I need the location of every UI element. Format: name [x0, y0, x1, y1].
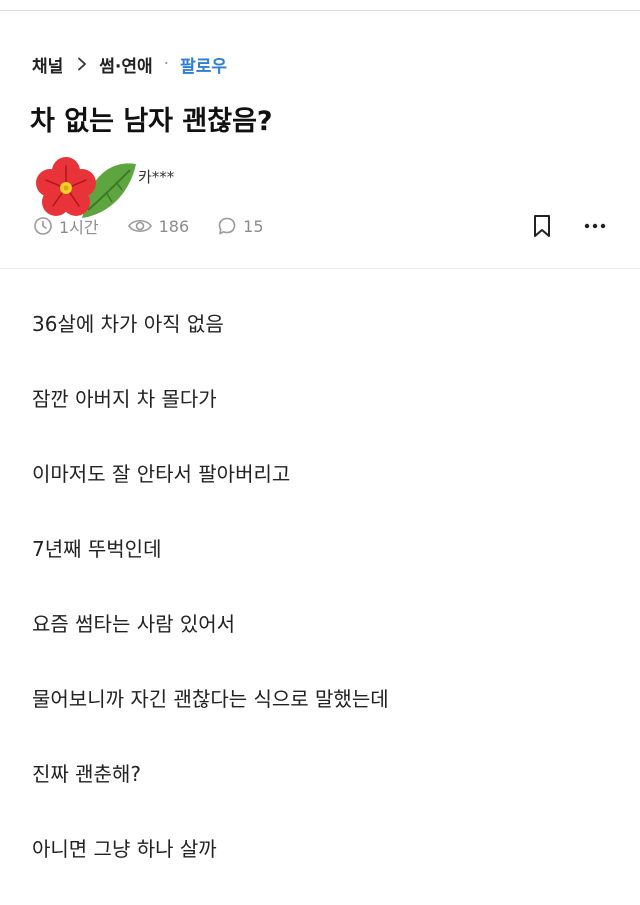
chevron-right-icon — [77, 57, 87, 71]
bookmark-button[interactable] — [530, 213, 554, 239]
bookmark-icon — [534, 215, 550, 237]
breadcrumb-channel[interactable]: 채널 — [32, 52, 63, 77]
breadcrumb-category[interactable]: 썸·연애 — [99, 52, 152, 77]
author-info: 카*** — [26, 152, 326, 222]
body-line: 36살에 차가 아직 없음 — [32, 312, 224, 336]
red-flower-sticker-icon — [36, 157, 136, 218]
body-line: 진짜 괜춘해? — [32, 762, 141, 786]
author-name[interactable]: 카*** — [138, 166, 174, 187]
clock-icon — [34, 217, 52, 235]
follow-button[interactable]: 팔로우 — [180, 52, 227, 77]
post-meta: 1시간 186 15 — [33, 213, 613, 239]
body-line: 아니면 그냥 하나 살까 — [32, 837, 217, 861]
post-time: 1시간 — [33, 214, 99, 238]
body-line: 물어보니까 자긴 괜찮다는 식으로 말했는데 — [32, 687, 389, 711]
breadcrumb-dot-separator: · — [163, 54, 170, 74]
more-dots-icon — [584, 223, 606, 229]
body-line: 요즘 썸타는 사람 있어서 — [32, 612, 236, 636]
body-line: 이마저도 잘 안타서 팔아버리고 — [32, 462, 291, 486]
body-line: 잠깐 아버지 차 몰다가 — [32, 387, 217, 411]
post-time-text: 1시간 — [59, 218, 99, 237]
comment-count-text: 15 — [243, 216, 264, 236]
eye-icon — [127, 219, 152, 233]
content-divider — [0, 268, 640, 269]
top-divider — [0, 10, 640, 11]
view-count: 186 — [127, 216, 190, 236]
comment-count[interactable]: 15 — [217, 216, 264, 236]
breadcrumb: 채널 썸·연애 · 팔로우 — [32, 52, 227, 77]
body-line: 7년째 뚜벅인데 — [32, 537, 162, 561]
more-options-button[interactable] — [582, 213, 608, 239]
view-count-text: 186 — [158, 216, 190, 236]
post-title: 차 없는 남자 괜찮음? — [30, 106, 273, 137]
comment-icon — [218, 217, 236, 235]
post-body: 36살에 차가 아직 없음 잠깐 아버지 차 몰다가 이마저도 잘 안타서 팔아… — [32, 305, 622, 905]
